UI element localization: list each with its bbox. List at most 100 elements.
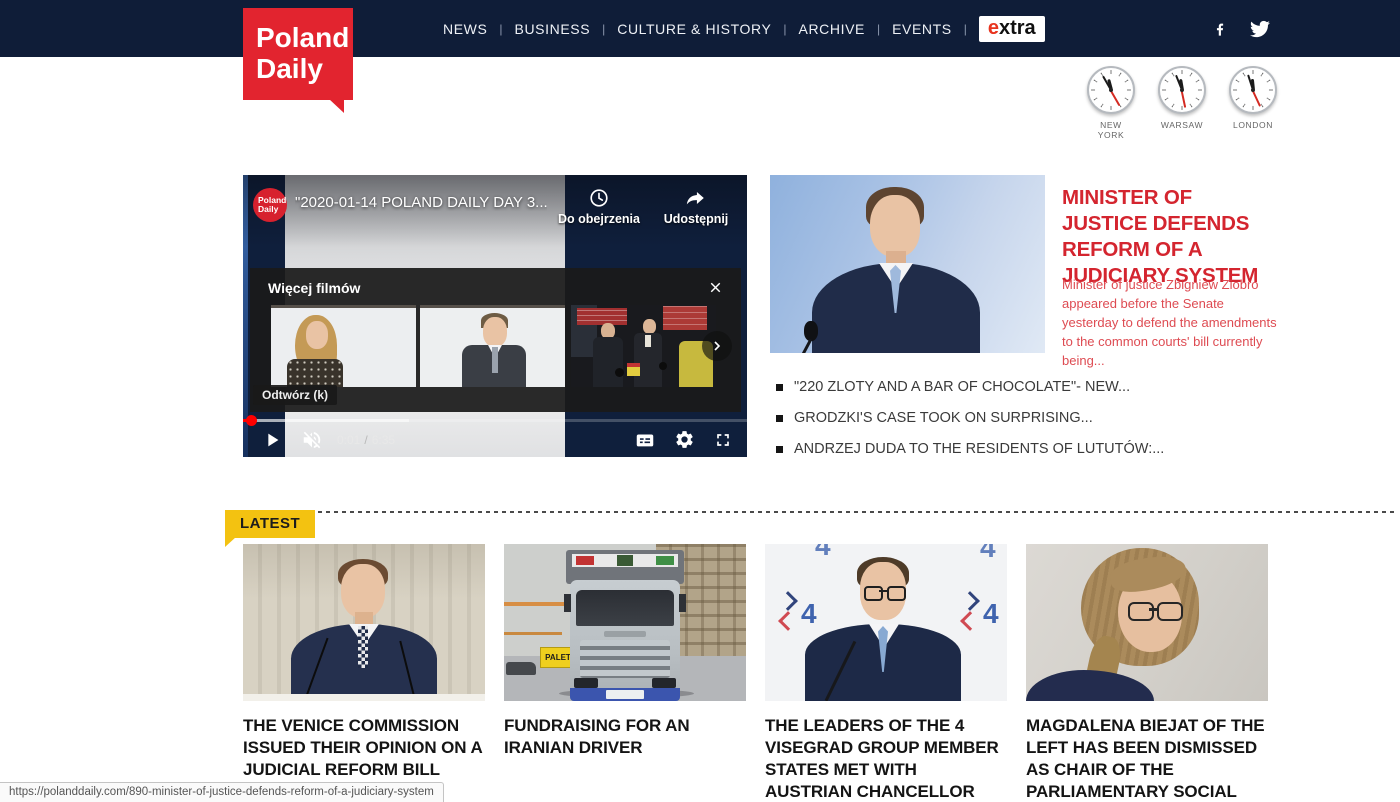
protest-sign [577,308,627,325]
glasses [1128,602,1182,622]
volume-muted-icon [301,429,323,451]
social-links [1212,0,1272,57]
license-plate [606,690,644,699]
top-navigation-bar: NEWS | BUSINESS | CULTURE & HISTORY | AR… [0,0,1400,57]
play-button[interactable] [261,429,283,451]
clock-london: LONDON [1229,66,1277,140]
v4-logo: 4 [779,592,829,636]
windshield [576,590,674,626]
status-bar-url: https://polanddaily.com/890-minister-of-… [0,782,444,802]
clock-city-label: LONDON [1229,120,1277,130]
article-image-truck[interactable]: PALET [504,544,746,701]
fullscreen-button[interactable] [713,430,733,450]
nav-separator: | [783,22,786,36]
square-bullet-icon [776,415,783,422]
video-thumbnail-1[interactable] [271,305,416,387]
microphone [804,321,818,341]
logo-line2: Daily [256,53,353,84]
close-icon[interactable] [707,279,724,301]
microphone [659,362,667,370]
article-title[interactable]: MAGDALENA BIEJAT OF THE LEFT HAS BEEN DI… [1026,715,1268,802]
headline-item[interactable]: "220 ZLOTY AND A BAR OF CHOCOLATE"- NEW.… [776,379,1276,396]
nav-separator: | [964,22,967,36]
youtube-video-player[interactable]: Poland Daily "2020-01-14 POLAND DAILY DA… [243,175,747,457]
tie [492,347,498,373]
article-image-v4-summit[interactable]: 4 4 4 4 [765,544,1007,701]
square-bullet-icon [776,446,783,453]
square-bullet-icon [776,384,783,391]
share-icon [685,187,707,209]
article-image-magdalena-biejat[interactable] [1026,544,1268,701]
headline-item[interactable]: ANDRZEJ DUDA TO THE RESIDENTS OF LUTUTÓW… [776,441,1276,458]
headline-item[interactable]: GRODZKI'S CASE TOOK ON SURPRISING... [776,410,1276,427]
video-thumbnail-3[interactable] [571,305,716,387]
grille [580,640,670,678]
latest-article-card-3: 4 4 4 4 THE LEADE [765,544,1007,802]
more-videos-title: Więcej filmów [268,280,360,296]
v4-logo: 4 [793,544,843,560]
extra-logo-xtra: xtra [999,17,1036,39]
parked-car [506,662,536,675]
world-clocks: NEW YORK WARSAW LONDON [1087,66,1277,140]
watch-later-button[interactable]: Do obejrzenia [555,187,643,226]
nav-item-business[interactable]: BUSINESS [515,21,591,37]
video-title[interactable]: "2020-01-14 POLAND DAILY DAY 3... [295,194,547,211]
nav-item-events[interactable]: EVENTS [892,21,952,37]
blouse [287,359,343,387]
play-icon [261,429,283,451]
poland-daily-logo[interactable]: Poland Daily [243,8,353,100]
main-nav: NEWS | BUSINESS | CULTURE & HISTORY | AR… [443,0,1045,57]
glasses [864,586,904,600]
latest-section-label: LATEST [225,510,315,538]
clock-city-label: WARSAW [1158,120,1206,130]
facebook-icon[interactable] [1212,18,1228,40]
channel-avatar[interactable]: Poland Daily [253,188,287,222]
clock-face [1229,66,1277,114]
share-button[interactable]: Udostępnij [657,187,735,226]
next-thumbnails-button[interactable] [702,331,732,361]
microphone [615,368,624,377]
nav-separator: | [877,22,880,36]
clock-warsaw: WARSAW [1158,66,1206,140]
protest-sign [663,306,707,330]
clock-face [1158,66,1206,114]
latest-article-card-2: PALET FUNDRAISING FOR AN IRANIAN DRIVER [504,544,746,773]
nav-item-archive[interactable]: ARCHIVE [799,21,865,37]
article-title[interactable]: FUNDRAISING FOR AN IRANIAN DRIVER [504,715,746,759]
nav-separator: | [602,22,605,36]
dotted-divider [318,511,1398,513]
article-title[interactable]: THE VENICE COMMISSION ISSUED THEIR OPINI… [243,715,485,781]
truck [564,550,686,701]
poland-daily-homepage: NEWS | BUSINESS | CULTURE & HISTORY | AR… [0,0,1400,802]
watch-later-icon [588,187,610,209]
featured-article-title[interactable]: MINISTER OF JUSTICE DEFENDS REFORM OF A … [1062,185,1278,289]
headline-list: "220 ZLOTY AND A BAR OF CHOCOLATE"- NEW.… [776,379,1276,472]
play-tooltip: Odtwórz (k) [253,385,337,405]
video-thumbnail-2[interactable] [420,305,565,387]
checkered-tie [358,626,368,668]
twitter-icon[interactable] [1248,19,1272,39]
nav-item-extra[interactable]: extra [979,16,1045,42]
nav-item-culture-history[interactable]: CULTURE & HISTORY [617,21,771,37]
clock-city-label: NEW YORK [1087,120,1135,140]
chevron-right-icon [709,338,725,354]
featured-article-image[interactable] [770,175,1045,353]
subtitles-button[interactable] [634,429,656,451]
article-image-venice-commission[interactable] [243,544,485,701]
clock-new-york: NEW YORK [1087,66,1135,140]
extra-logo-e: e [988,17,999,39]
fullscreen-icon [713,430,733,450]
nav-separator: | [499,22,502,36]
settings-button[interactable] [674,429,695,450]
video-controls: 0:01/6:35 [243,422,747,457]
featured-article-excerpt: Minister of justice Zbigniew Ziobro appe… [1062,275,1278,370]
article-title[interactable]: THE LEADERS OF THE 4 VISEGRAD GROUP MEMB… [765,715,1007,802]
blazer [1026,670,1154,701]
mute-button[interactable] [301,429,323,451]
nav-item-news[interactable]: NEWS [443,21,487,37]
time-display: 0:01/6:35 [337,433,395,447]
subtitles-icon [634,429,656,451]
v4-logo: 4 [970,544,1007,558]
latest-article-card-4: MAGDALENA BIEJAT OF THE LEFT HAS BEEN DI… [1026,544,1268,802]
logo-line1: Poland [256,22,353,53]
